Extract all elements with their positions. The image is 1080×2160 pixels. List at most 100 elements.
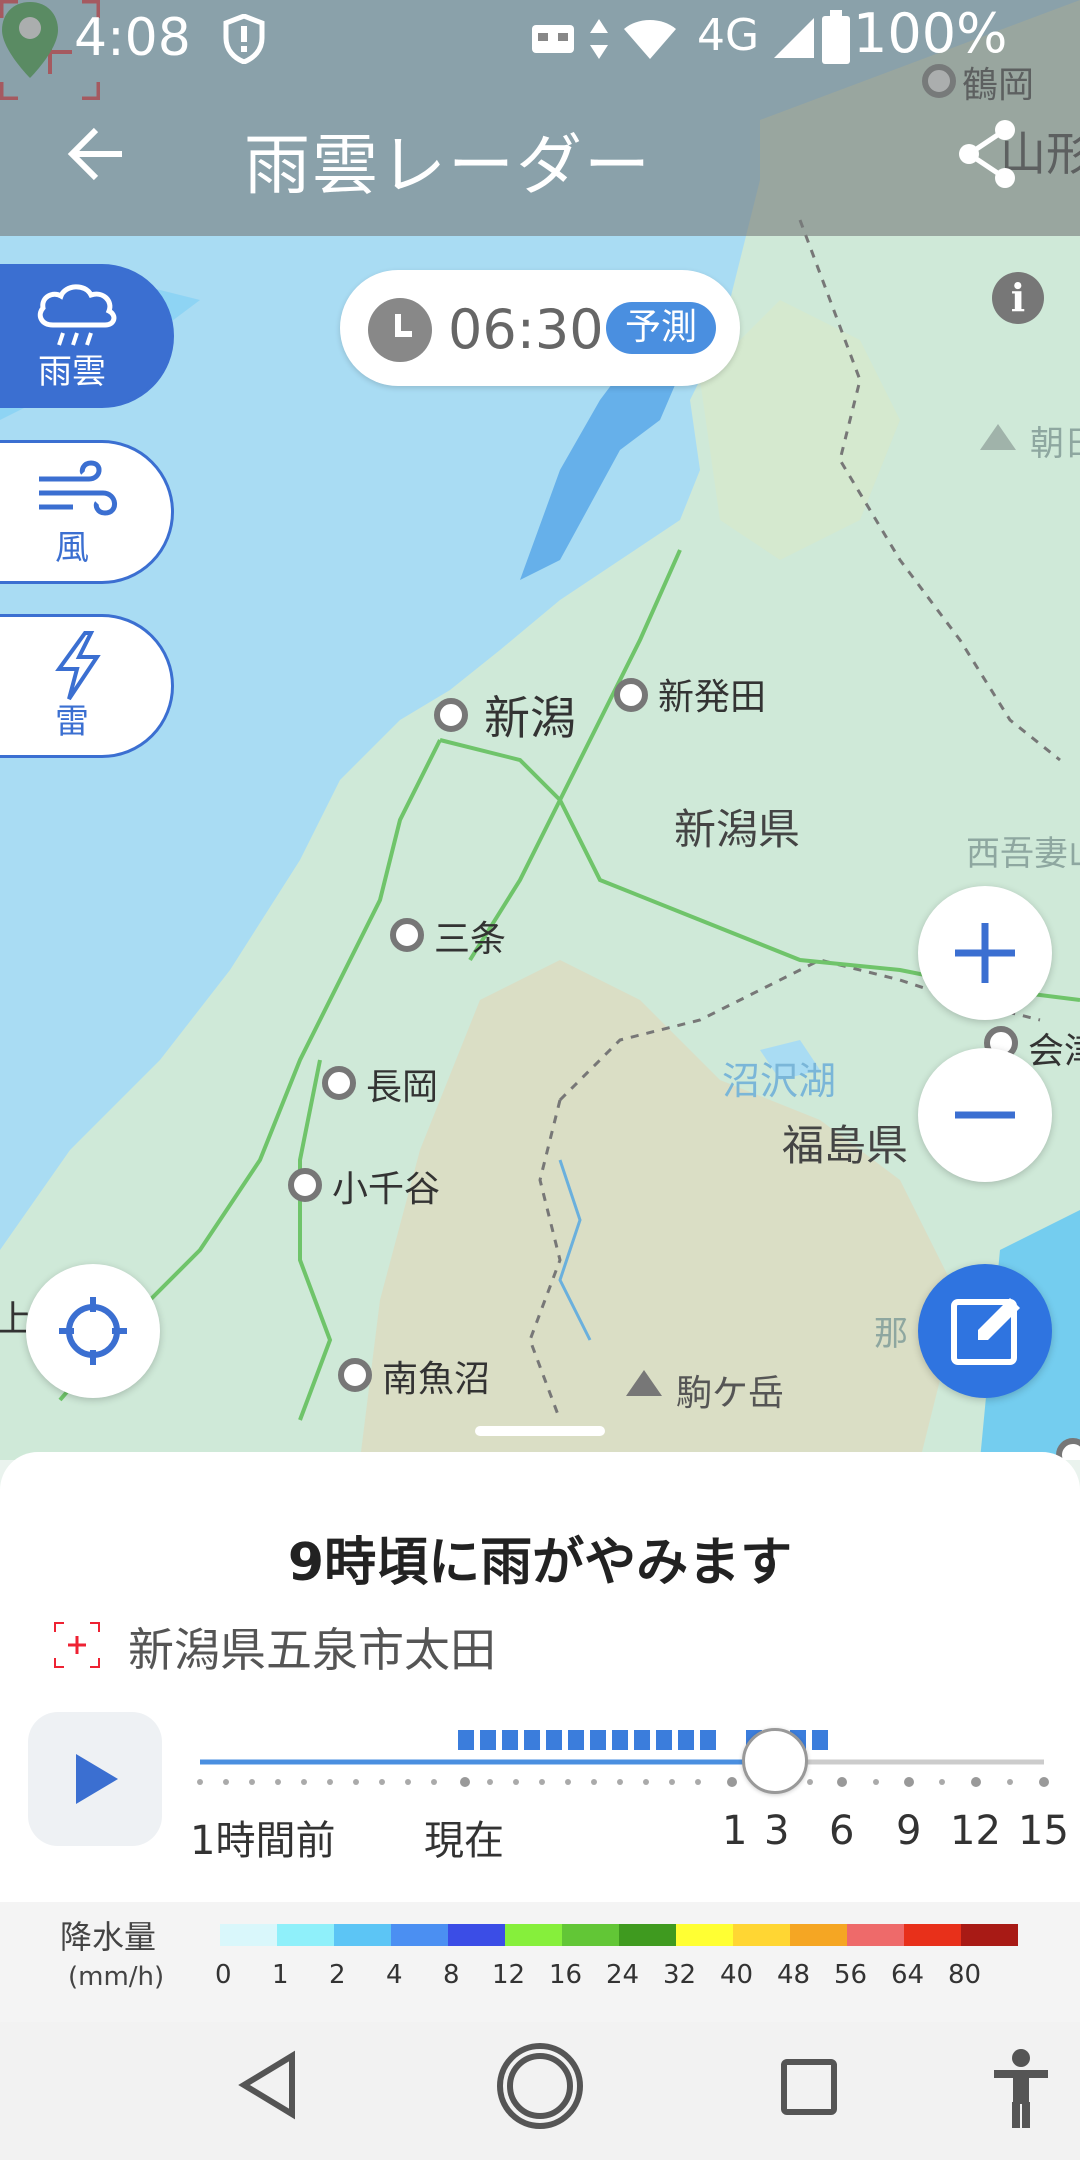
nav-home-icon[interactable] — [494, 2040, 586, 2132]
legend-swatch — [391, 1924, 448, 1946]
legend-swatch — [220, 1924, 277, 1946]
legend-value: 1 — [272, 1960, 289, 1990]
layer-label-lightning: 雷 — [55, 702, 89, 742]
location-name: 新潟県五泉市太田 — [128, 1623, 496, 1677]
legend-value: 40 — [720, 1960, 754, 1990]
timeline-label: 12 — [950, 1808, 1001, 1854]
legend-swatch — [448, 1924, 505, 1946]
map-label-asahi: 朝日 — [1030, 424, 1080, 464]
layer-button-wind[interactable]: 風 — [0, 440, 174, 584]
legend-unit: (mm/h) — [68, 1962, 165, 1992]
city-dot-ojiya — [288, 1168, 322, 1202]
legend-value: 12 — [492, 1960, 526, 1990]
legend-value: 2 — [329, 1960, 346, 1990]
legend-swatch — [676, 1924, 733, 1946]
timeline-label: 9 — [896, 1808, 922, 1854]
legend-value: 80 — [948, 1960, 982, 1990]
legend-value: 0 — [215, 1960, 232, 1990]
clock-icon — [368, 298, 432, 362]
map-label-minamiuonuma: 南魚沼 — [382, 1359, 491, 1400]
legend-swatch — [847, 1924, 904, 1946]
location-marker-icon — [54, 1622, 100, 1668]
legend-swatch — [562, 1924, 619, 1946]
timeline-label: 現在 — [424, 1818, 504, 1864]
legend-swatch — [790, 1924, 847, 1946]
network-type: 4G — [697, 10, 760, 61]
rain-cloud-icon — [37, 284, 117, 346]
signal-icon — [774, 18, 814, 58]
status-icons — [530, 14, 678, 64]
legend-value: 4 — [386, 1960, 403, 1990]
map-label-ojiya: 小千谷 — [332, 1169, 441, 1210]
map-label-nasu: 那 — [874, 1314, 908, 1354]
layer-button-lightning[interactable]: 雷 — [0, 614, 174, 758]
share-icon[interactable] — [955, 118, 1019, 190]
mountain-marker-icon — [626, 1370, 662, 1396]
legend-value: 56 — [834, 1960, 868, 1990]
legend-title: 降水量 — [60, 1918, 157, 1956]
legend-value: 8 — [443, 1960, 460, 1990]
layer-label-rain: 雨雲 — [38, 352, 106, 392]
map-label-sanjo: 三条 — [434, 919, 507, 960]
timeline-label: 6 — [829, 1808, 855, 1854]
slider-knob[interactable] — [742, 1728, 808, 1794]
legend-swatch — [733, 1924, 790, 1946]
legend-value: 16 — [549, 1960, 583, 1990]
legend-value: 48 — [777, 1960, 811, 1990]
nav-back-icon[interactable] — [236, 2050, 300, 2120]
legend-swatch — [505, 1924, 562, 1946]
info-icon[interactable]: i — [992, 272, 1044, 324]
battery-percent: 100% — [853, 2, 1008, 65]
sheet-drag-handle[interactable] — [475, 1426, 605, 1436]
timeline-label: 15 — [1018, 1808, 1069, 1854]
zoom-out-button[interactable] — [918, 1048, 1052, 1182]
map-label-fukushima-pref: 福島県 — [782, 1121, 909, 1170]
zoom-in-button[interactable] — [918, 886, 1052, 1020]
forecast-time-pill[interactable]: 06:30 予測 — [340, 270, 740, 386]
legend-value: 32 — [663, 1960, 697, 1990]
wind-icon — [39, 460, 117, 516]
legend-swatch — [904, 1924, 961, 1946]
mountain-marker-icon — [980, 424, 1016, 450]
forecast-badge: 予測 — [606, 302, 716, 354]
map-label-niigata: 新潟 — [484, 691, 576, 745]
vpn-icon — [532, 25, 574, 53]
legend-color-bar — [220, 1924, 1018, 1946]
my-location-button[interactable] — [26, 1264, 160, 1398]
map-label-niigata-pref: 新潟県 — [674, 805, 801, 854]
page-title: 雨雲レーダー — [244, 127, 652, 204]
nav-recents-icon[interactable] — [780, 2058, 838, 2116]
lightning-icon — [55, 631, 101, 701]
legend-swatch — [961, 1924, 1018, 1946]
map-label-numazawa: 沼沢湖 — [722, 1059, 837, 1103]
data-arrows-icon — [590, 19, 608, 59]
legend-swatch — [619, 1924, 676, 1946]
timeline-label: 1 — [722, 1808, 748, 1854]
legend-swatch — [334, 1924, 391, 1946]
time-slider[interactable] — [0, 1730, 1080, 1810]
timeline-label: 3 — [764, 1808, 790, 1854]
layer-button-rain[interactable]: 雨雲 — [0, 264, 174, 408]
crosshair-icon — [59, 1297, 127, 1365]
map-label-nagaoka: 長岡 — [366, 1067, 439, 1108]
legend-swatch — [277, 1924, 334, 1946]
city-dot-niigata — [434, 698, 468, 732]
legend-value: 24 — [606, 1960, 640, 1990]
minus-icon — [955, 1111, 1015, 1119]
accessibility-icon[interactable] — [990, 2048, 1052, 2128]
city-dot-minamiuonuma — [338, 1358, 372, 1392]
status-time: 4:08 — [74, 8, 191, 68]
city-dot-shibata — [614, 678, 648, 712]
edit-report-button[interactable] — [918, 1264, 1052, 1398]
map-label-komagatake: 駒ケ岳 — [676, 1373, 785, 1414]
shield-icon — [223, 14, 265, 64]
rain-forecast-message: 9時頃に雨がやみます — [287, 1533, 793, 1593]
layer-label-wind: 風 — [55, 528, 89, 568]
map-label-shibata: 新発田 — [658, 677, 767, 718]
city-dot-sanjo — [390, 918, 424, 952]
battery-icon — [822, 10, 850, 64]
legend-value: 64 — [891, 1960, 925, 1990]
edit-icon — [951, 1298, 1020, 1365]
back-arrow-icon[interactable] — [62, 122, 126, 186]
wifi-icon — [624, 20, 676, 59]
